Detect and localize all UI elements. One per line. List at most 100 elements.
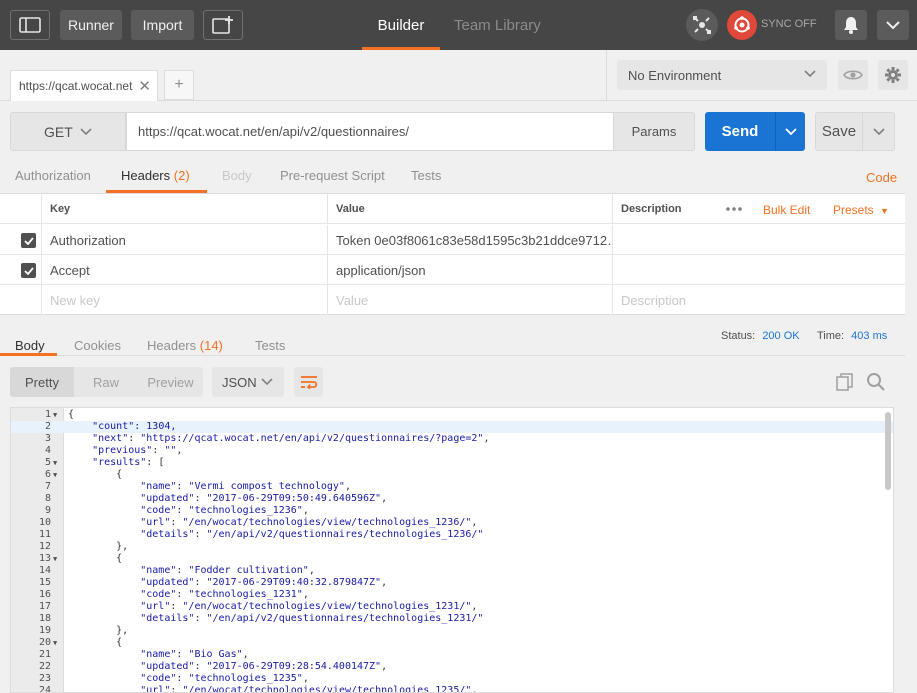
sidebar-toggle-button[interactable] (10, 10, 50, 40)
headers-table: Key Value Description Bulk Edit Presets … (0, 193, 905, 315)
header-enabled-checkbox[interactable] (21, 233, 36, 248)
header-key-cell[interactable]: Authorization (41, 225, 327, 255)
code-line: 16 "code": "technologies_1231", (11, 589, 893, 601)
new-key-input[interactable]: New key (41, 285, 327, 315)
line-number: 13 (38, 553, 51, 564)
tab-tests[interactable]: Tests (411, 158, 441, 193)
header-description-cell[interactable] (612, 225, 905, 255)
line-number: 15 (38, 577, 51, 588)
tab-team-library[interactable]: Team Library (454, 0, 541, 50)
copy-icon[interactable] (836, 373, 854, 394)
close-icon[interactable]: ✕ (138, 77, 151, 95)
view-pretty-button[interactable]: Pretty (10, 367, 74, 397)
request-tab[interactable]: https://qcat.wocat.net ✕ (10, 70, 158, 101)
response-format-select[interactable]: JSON (212, 367, 284, 397)
code-text: "updated": "2017-06-29T09:28:54.400147Z"… (140, 661, 388, 672)
method-select[interactable]: GET (10, 112, 126, 151)
add-tab-button[interactable]: + (164, 70, 194, 100)
tab-authorization[interactable]: Authorization (15, 158, 91, 193)
send-options-button[interactable] (775, 112, 805, 151)
new-description-input[interactable]: Description (612, 285, 905, 315)
response-tab-headers[interactable]: Headers (14) (147, 338, 223, 353)
header-description-cell[interactable] (612, 255, 905, 285)
chevron-down-icon (804, 70, 816, 78)
header-enabled-checkbox[interactable] (21, 263, 36, 278)
header-value-cell[interactable]: Token 0e03f8061c83e58d1595c3b21ddce9712… (327, 225, 612, 255)
line-number: 1 (44, 409, 51, 420)
editor-scrollbar[interactable] (885, 412, 891, 490)
tab-headers[interactable]: Headers (2) (121, 158, 190, 193)
view-preview-button[interactable]: Preview (138, 367, 203, 397)
save-options-button[interactable] (863, 112, 895, 151)
header-key-cell[interactable]: Accept (41, 255, 327, 285)
code-line: 1 ▼ { (11, 409, 893, 421)
fold-toggle-icon[interactable]: ▼ (53, 637, 57, 649)
code-line: 11 "details": "/en/api/v2/questionnaires… (11, 529, 893, 541)
line-number: 14 (38, 565, 51, 576)
response-tab-cookies[interactable]: Cookies (74, 338, 121, 353)
sync-button[interactable] (727, 10, 757, 40)
line-number: 2 (44, 421, 51, 432)
settings-menu-button[interactable] (877, 10, 909, 40)
code-line: 12 }, (11, 541, 893, 553)
view-raw-button[interactable]: Raw (74, 367, 138, 397)
wrap-lines-button[interactable] (294, 367, 323, 397)
code-line: 6 ▼ { (11, 469, 893, 481)
notifications-button[interactable] (835, 10, 867, 40)
import-button[interactable]: Import (131, 10, 194, 40)
fold-toggle-icon[interactable]: ▼ (53, 553, 57, 565)
code-text: "updated": "2017-06-29T09:50:49.640596Z"… (140, 493, 388, 504)
generate-code-link[interactable]: Code (866, 170, 897, 185)
code-text: "next": "https://qcat.wocat.net/en/api/v… (92, 433, 490, 444)
fold-toggle-icon[interactable]: ▼ (53, 409, 57, 421)
search-icon[interactable] (866, 372, 886, 395)
new-window-button[interactable] (203, 10, 243, 40)
new-tab-icon (212, 16, 233, 34)
chevron-down-icon (886, 20, 900, 29)
runner-button[interactable]: Runner (60, 10, 122, 40)
tab-builder-label: Builder (377, 16, 425, 34)
fold-toggle-icon[interactable]: ▼ (53, 469, 57, 481)
line-number: 7 (44, 481, 51, 492)
more-options-icon[interactable] (725, 202, 743, 219)
response-body-editor[interactable]: 1 ▼{2 "count": 1304, 3 "next": "https://qc… (10, 407, 894, 693)
tab-body[interactable]: Body (222, 158, 252, 193)
code-text: "code": "technologies_1231", (140, 589, 309, 600)
code-line: 7 "name": "Vermi compost technology", (11, 481, 893, 493)
tab-pre-request-script[interactable]: Pre-request Script (280, 158, 385, 193)
presets-dropdown[interactable]: Presets ▼ (833, 203, 889, 217)
chevron-down-icon (261, 378, 273, 386)
headers-table-header: Key Value Description Bulk Edit Presets … (0, 194, 905, 224)
header-value-cell[interactable]: application/json (327, 255, 612, 285)
environment-bar: No Environment (606, 50, 917, 101)
params-button[interactable]: Params (613, 112, 695, 151)
line-number: 9 (44, 505, 51, 516)
response-tab-body[interactable]: Body (15, 338, 45, 353)
send-button[interactable]: Send (705, 112, 775, 151)
save-button[interactable]: Save (815, 112, 863, 151)
bulk-edit-link[interactable]: Bulk Edit (763, 203, 810, 217)
environment-select[interactable]: No Environment (617, 60, 827, 90)
manage-environments-button[interactable] (878, 60, 908, 90)
plus-icon: + (174, 76, 184, 93)
code-text: { (68, 469, 123, 480)
new-value-input[interactable]: Value (327, 285, 612, 315)
request-tab-label: https://qcat.wocat.net (19, 79, 133, 93)
response-headers-count-badge: (14) (199, 338, 223, 353)
line-number: 24 (38, 685, 51, 693)
code-text: "details": "/en/api/v2/questionnaires/te… (140, 529, 484, 540)
response-tab-tests[interactable]: Tests (255, 338, 285, 353)
line-number: 18 (38, 613, 51, 624)
code-line: 9 "code": "technologies_1236", (11, 505, 893, 517)
environment-quick-look-button[interactable] (838, 60, 868, 90)
tab-team-library-label: Team Library (454, 16, 541, 34)
tab-builder[interactable]: Builder (362, 0, 440, 50)
line-number: 16 (38, 589, 51, 600)
line-number: 19 (38, 625, 51, 636)
code-text: "name": "Fodder cultivation", (140, 565, 315, 576)
code-text: "name": "Bio Gas", (140, 649, 249, 660)
code-line: 14 "name": "Fodder cultivation", (11, 565, 893, 577)
url-input[interactable]: https://qcat.wocat.net/en/api/v2/questio… (126, 112, 614, 151)
fold-toggle-icon[interactable]: ▼ (53, 457, 57, 469)
interceptor-button[interactable] (686, 9, 718, 41)
